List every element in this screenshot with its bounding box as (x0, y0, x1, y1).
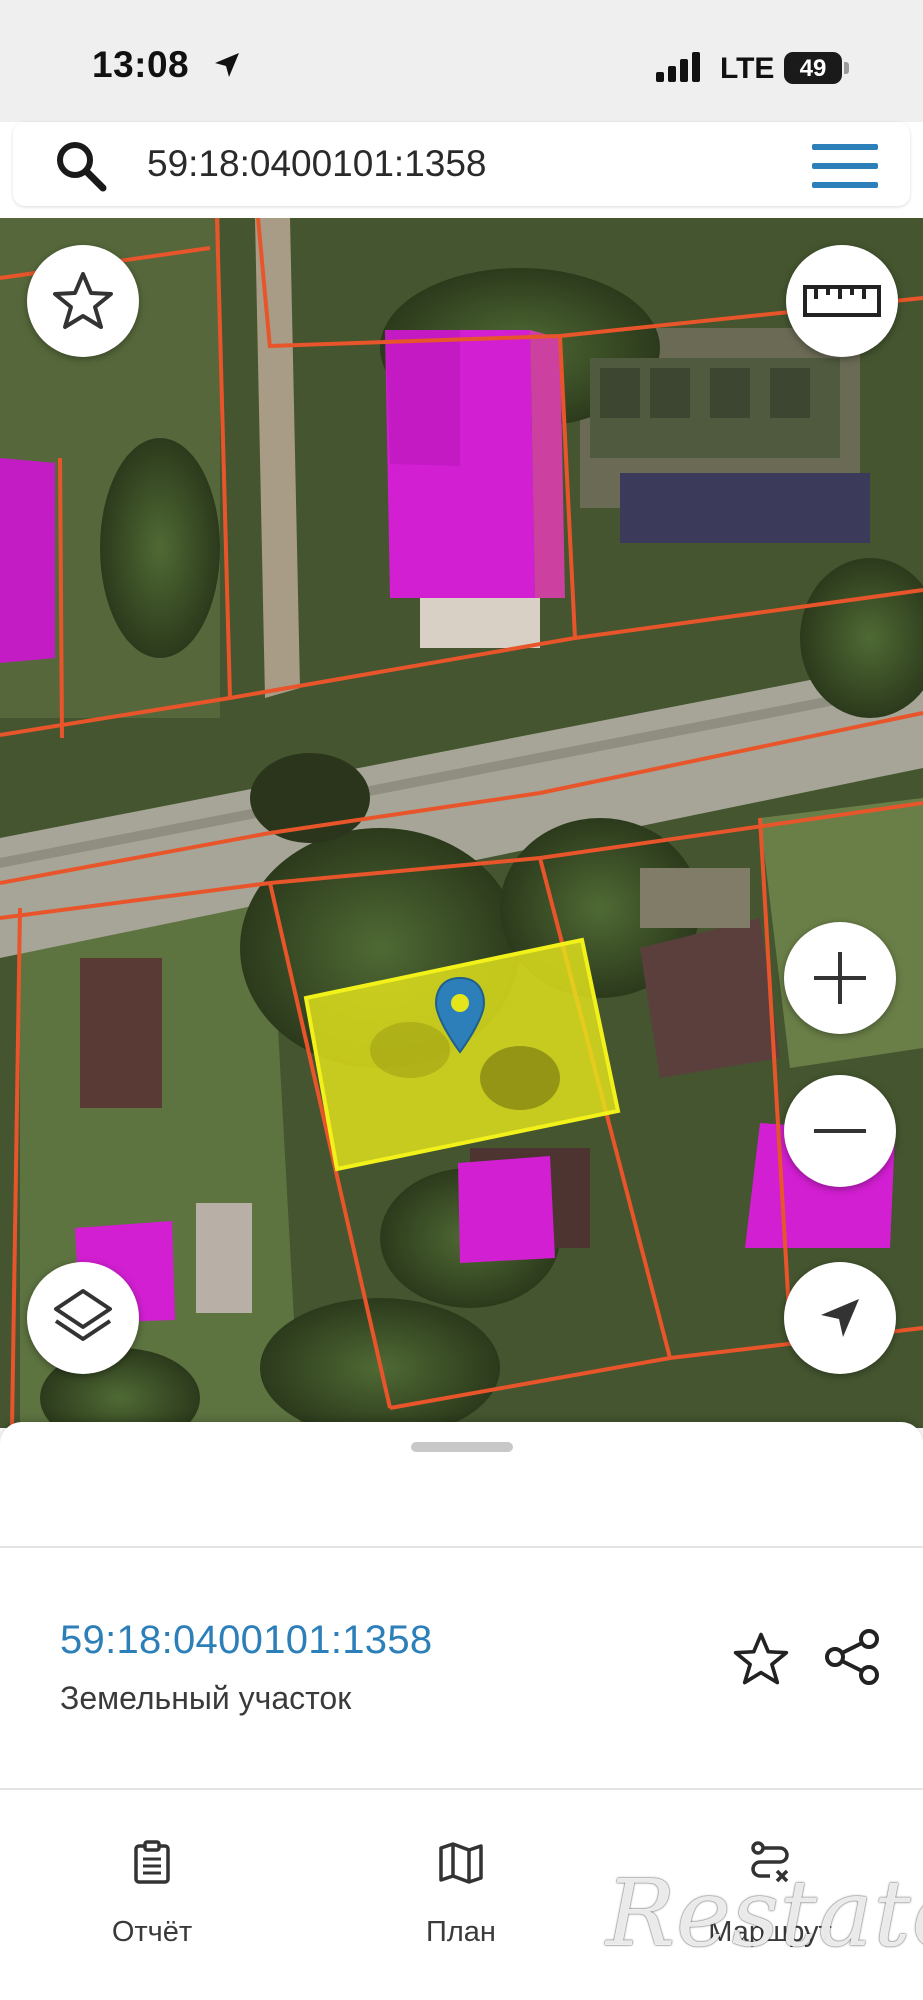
status-bar: 13:08 LTE 49 (0, 0, 923, 122)
menu-icon[interactable] (810, 142, 880, 190)
ruler-icon (803, 285, 881, 317)
watermark: Restate (606, 1860, 923, 1967)
tab-plan[interactable]: План (331, 1798, 591, 1998)
share-icon (825, 1629, 879, 1685)
battery-level: 49 (799, 55, 827, 82)
tab-label: План (426, 1916, 496, 1948)
search-input[interactable] (147, 122, 787, 206)
tab-label: Отчёт (111, 1916, 193, 1948)
star-icon (53, 272, 113, 329)
map-icon (439, 1842, 483, 1884)
parcel-number: 59:18:0400101:1358 (60, 1618, 433, 1662)
search-icon[interactable] (53, 138, 109, 194)
my-location-button[interactable] (784, 1262, 896, 1374)
clipboard-icon (134, 1840, 170, 1884)
location-services-icon (215, 53, 239, 77)
zoom-in-button[interactable] (784, 922, 896, 1034)
measure-button[interactable] (786, 245, 898, 357)
zoom-out-button[interactable] (784, 1075, 896, 1187)
sheet-grabber[interactable] (411, 1442, 513, 1452)
parcel-type: Земельный участок (60, 1680, 352, 1716)
divider (0, 1788, 923, 1790)
layers-button[interactable] (27, 1262, 139, 1374)
cellular-signal-icon (656, 52, 700, 82)
location-arrow-icon (821, 1299, 859, 1337)
star-outline-icon (733, 1632, 789, 1685)
search-bar[interactable] (13, 122, 910, 206)
network-type: LTE (720, 52, 775, 85)
share-button[interactable] (818, 1622, 888, 1692)
tab-report[interactable]: Отчёт (22, 1798, 282, 1998)
battery-icon: 49 (784, 52, 850, 84)
status-time: 13:08 (92, 44, 190, 85)
favorite-map-button[interactable] (27, 245, 139, 357)
divider (0, 1546, 923, 1548)
favorite-button[interactable] (728, 1626, 794, 1692)
satellite-map[interactable] (0, 218, 923, 1428)
layers-icon (54, 1289, 112, 1341)
plus-icon (814, 952, 866, 1004)
map-imagery (0, 218, 923, 1428)
minus-icon (814, 1129, 866, 1133)
